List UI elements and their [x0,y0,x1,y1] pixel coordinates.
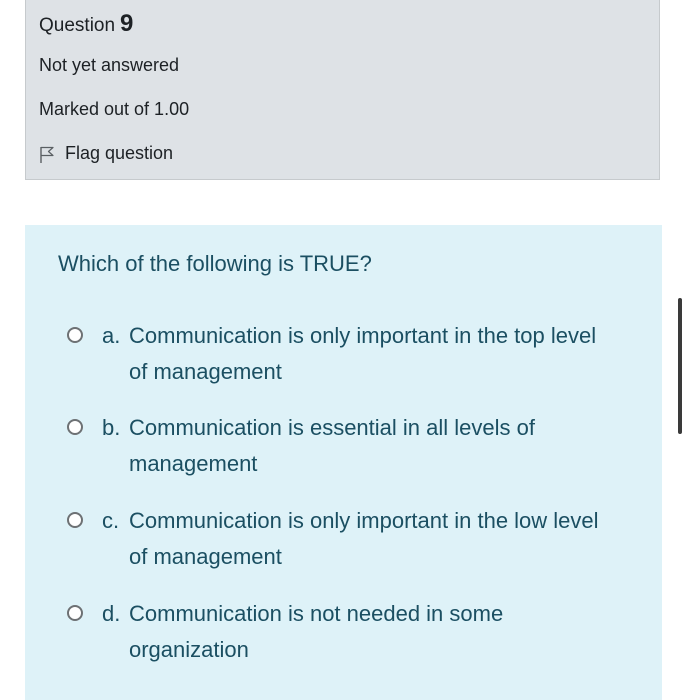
answer-letter: b. [102,415,121,440]
question-number: 9 [120,10,134,37]
question-heading: Question 9 [39,10,133,40]
flag-icon [40,146,54,163]
answer-letter: a. [102,323,121,348]
flag-question-link[interactable]: Flag question [39,141,173,165]
answer-option-a[interactable]: a. Communication is only important in th… [67,318,627,390]
question-info-panel: Question 9 Not yet answered Marked out of… [25,0,660,180]
question-text: Which of the following is TRUE? [58,251,372,276]
answer-text: Communication is not needed in some orga… [129,601,504,662]
answer-text: Communication is essential in all levels… [129,415,535,476]
answer-option-d[interactable]: d. Communication is not needed in some o… [67,596,627,668]
answer-option-c[interactable]: c. Communication is only important in th… [67,503,627,575]
radio-unchecked-icon[interactable] [67,327,83,343]
answer-option-b[interactable]: b. Communication is essential in all lev… [67,410,627,482]
answer-text: Communication is only important in the t… [129,323,597,384]
vertical-scrollbar[interactable] [678,298,682,434]
question-label: Question [39,15,116,36]
quiz-page: Question 9 Not yet answered Marked out of… [0,0,686,700]
question-content-panel: Which of the following is TRUE? a. Commu… [25,225,662,700]
radio-unchecked-icon[interactable] [67,605,83,621]
radio-unchecked-icon[interactable] [67,419,83,435]
answer-letter: c. [102,508,120,533]
answer-letter: d. [102,601,121,626]
flag-question-label: Flag question [65,143,174,163]
radio-unchecked-icon[interactable] [67,512,83,528]
question-state: Not yet answered [39,55,180,75]
question-grade: Marked out of 1.00 [39,99,190,119]
answer-text: Communication is only important in the l… [129,508,599,569]
